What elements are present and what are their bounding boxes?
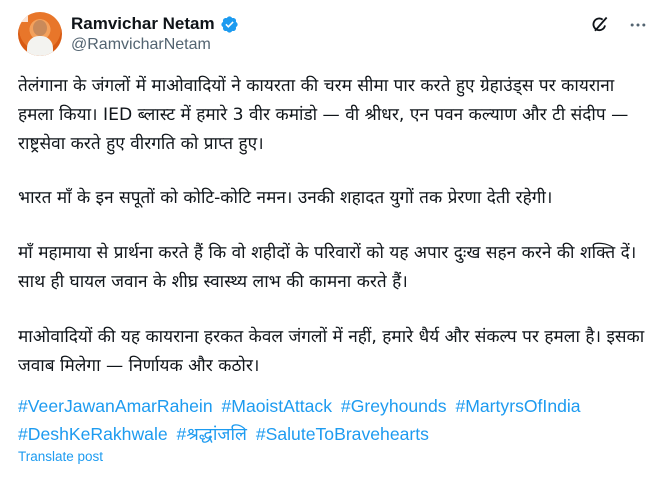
tweet-paragraph: भारत माँ के इन सपूतों को कोटि-कोटि नमन। … xyxy=(18,188,553,209)
hashtag-link[interactable]: #MaoistAttack xyxy=(222,396,333,416)
hashtag-link[interactable]: #DeshKeRakhwale xyxy=(18,424,168,444)
header-actions xyxy=(590,15,648,35)
author-name[interactable]: Ramvichar Netam xyxy=(71,14,215,34)
hashtag-link[interactable]: #VeerJawanAmarRahein xyxy=(18,396,213,416)
translate-post-link[interactable]: Translate post xyxy=(18,449,103,464)
author-handle[interactable]: @RamvicharNetam xyxy=(71,36,211,54)
hashtag-link[interactable]: #MartyrsOfIndia xyxy=(455,396,580,416)
hashtag-link[interactable]: #श्रद्धांजलि xyxy=(177,424,247,444)
avatar[interactable] xyxy=(18,12,62,56)
grok-icon[interactable] xyxy=(590,15,610,35)
hashtag-link[interactable]: #SaluteToBravehearts xyxy=(256,424,429,444)
tweet-header: Ramvichar Netam @RamvicharNetam xyxy=(18,12,648,60)
author-name-row: Ramvichar Netam xyxy=(71,13,239,35)
tweet-paragraph: तेलंगाना के जंगलों में माओवादियों ने काय… xyxy=(18,76,629,154)
tweet-paragraph: माओवादियों की यह कायराना हरकत केवल जंगलो… xyxy=(18,326,645,376)
more-icon[interactable] xyxy=(628,15,648,35)
hashtag-link[interactable]: #Greyhounds xyxy=(341,396,447,416)
tweet-paragraph: माँ महामाया से प्रार्थना करते हैं कि वो … xyxy=(18,243,637,292)
verified-badge-icon[interactable] xyxy=(220,15,239,34)
hashtag-list: #VeerJawanAmarRahein #MaoistAttack #Grey… xyxy=(18,392,646,448)
tweet-text: तेलंगाना के जंगलों में माओवादियों ने काय… xyxy=(18,72,646,406)
